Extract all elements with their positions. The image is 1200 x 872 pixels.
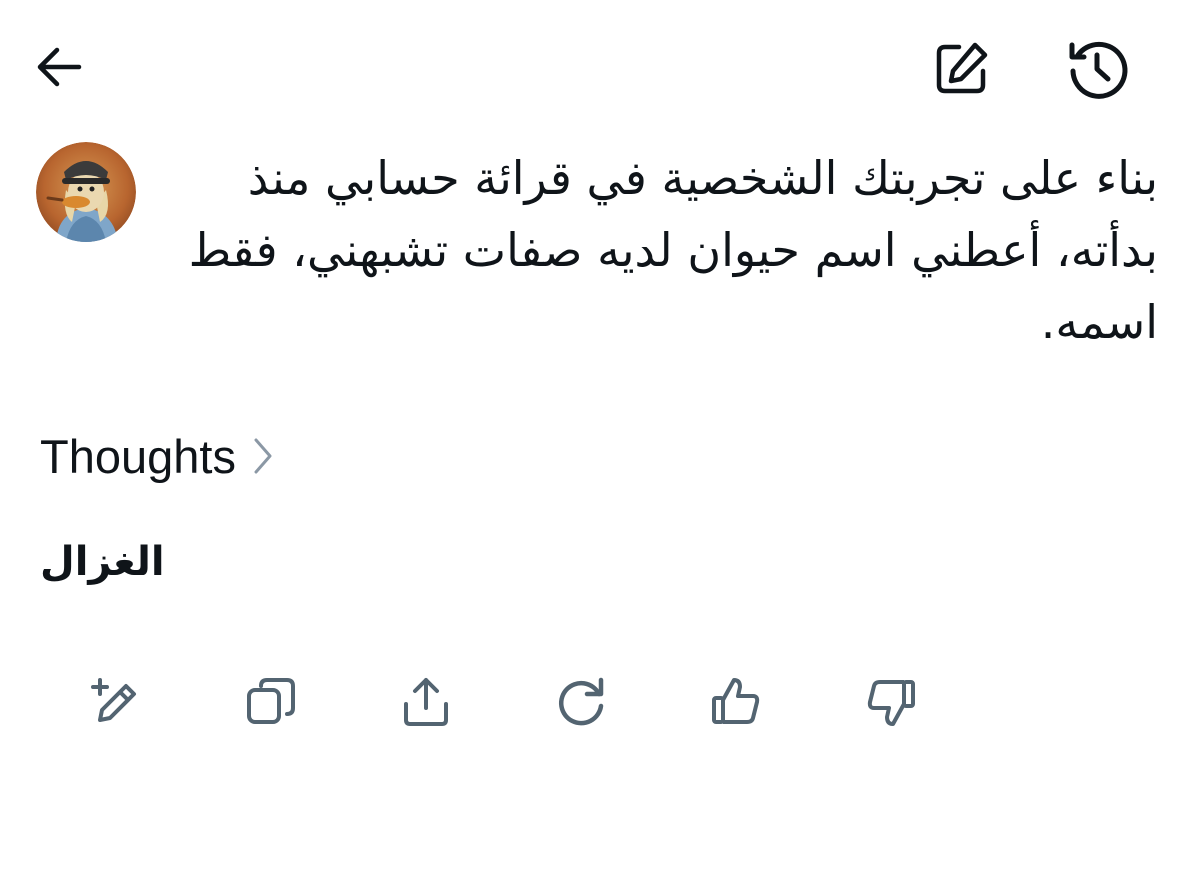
chevron-right-icon [252, 436, 274, 476]
compose-icon [936, 42, 988, 94]
thoughts-toggle[interactable]: Thoughts [40, 424, 274, 488]
thoughts-label: Thoughts [40, 429, 236, 483]
copy-button[interactable] [233, 664, 309, 740]
share-button[interactable] [388, 664, 464, 740]
regenerate-button[interactable] [543, 664, 619, 740]
dislike-button[interactable] [853, 664, 929, 740]
arrow-left-icon [37, 47, 82, 87]
message-actions [0, 664, 1200, 740]
history-icon [1069, 41, 1128, 99]
assistant-answer: الغزال [40, 539, 165, 585]
thumbs-up-icon [712, 678, 760, 724]
copy-icon [247, 678, 295, 724]
like-button[interactable] [698, 664, 774, 740]
avatar-image [36, 142, 136, 242]
edit-sparkle-button[interactable] [78, 664, 154, 740]
back-button[interactable] [26, 34, 92, 100]
share-icon [404, 678, 448, 726]
new-chat-button[interactable] [922, 34, 1000, 104]
edit-sparkle-icon [91, 678, 136, 722]
user-avatar[interactable] [36, 142, 136, 242]
user-prompt: بناء على تجربتك الشخصية في قرائة حسابي م… [188, 151, 1158, 349]
history-button[interactable] [1058, 32, 1136, 104]
thumbs-down-icon [867, 680, 915, 726]
refresh-icon [559, 677, 604, 726]
